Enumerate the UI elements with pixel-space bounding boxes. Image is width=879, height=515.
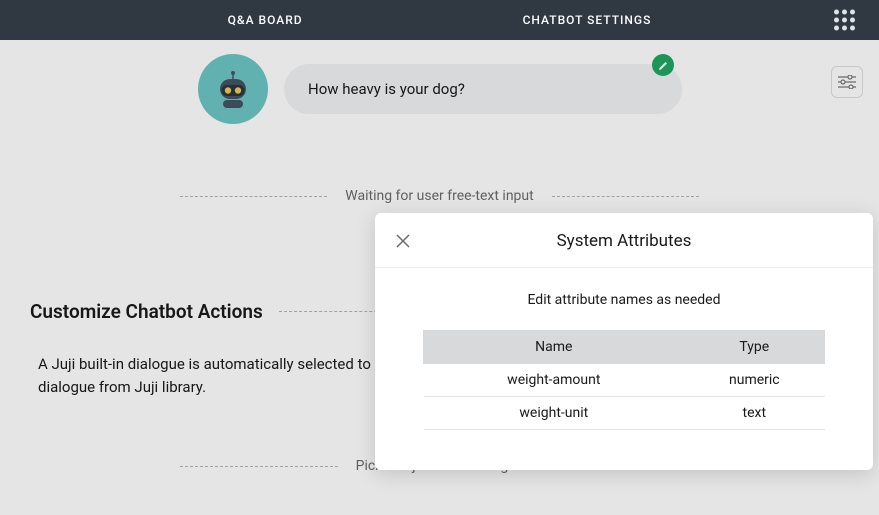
modal-title: System Attributes [393,231,855,251]
modal-body: Edit attribute names as needed Name Type… [375,268,873,430]
table-row[interactable]: weight-unit text [424,397,825,430]
modal-subtitle: Edit attribute names as needed [423,292,825,308]
message-text: How heavy is your dog? [308,80,465,98]
tab-chatbot-settings[interactable]: CHATBOT SETTINGS [523,13,652,27]
table-row[interactable]: weight-amount numeric [424,364,825,397]
bot-avatar [198,54,268,124]
bot-message-row: How heavy is your dog? [198,54,849,124]
robot-icon [211,67,255,111]
table-header-row: Name Type [424,331,825,364]
header-tabs: Q&A BOARD CHATBOT SETTINGS [228,13,652,27]
col-name-header: Name [424,331,685,364]
apps-grid-icon[interactable] [834,10,855,31]
message-bubble[interactable]: How heavy is your dog? [284,64,682,114]
attr-name-cell[interactable]: weight-unit [424,397,685,430]
edit-message-button[interactable] [652,54,674,76]
col-type-header: Type [684,331,824,364]
pencil-icon [658,60,669,71]
customize-title: Customize Chatbot Actions [30,300,263,323]
system-attributes-modal: System Attributes Edit attribute names a… [375,213,873,470]
modal-close-button[interactable] [393,231,413,251]
app-header: Q&A BOARD CHATBOT SETTINGS [0,0,879,40]
waiting-label: Waiting for user free-text input [345,188,533,204]
close-icon [395,233,411,249]
attr-type-cell: text [684,397,824,430]
attr-type-cell: numeric [684,364,824,397]
waiting-divider: Waiting for user free-text input [180,188,699,204]
attr-name-cell[interactable]: weight-amount [424,364,685,397]
attributes-table: Name Type weight-amount numeric weight-u… [423,330,825,430]
modal-header: System Attributes [375,213,873,268]
tab-qa-board[interactable]: Q&A BOARD [228,13,303,27]
